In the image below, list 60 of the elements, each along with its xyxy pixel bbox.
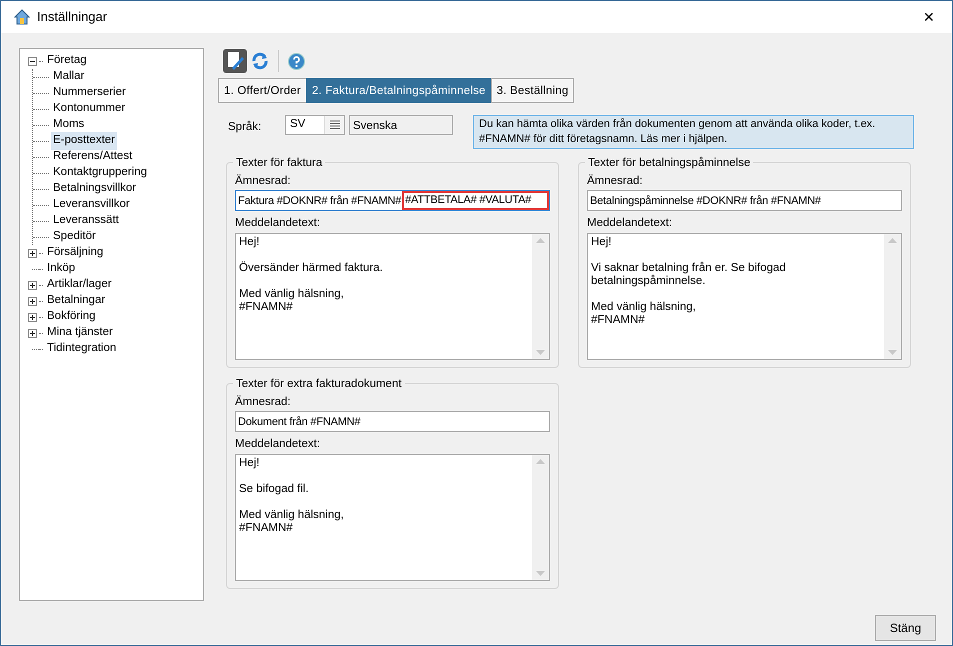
expand-icon[interactable] — [28, 248, 37, 258]
tab[interactable]: 1. Offert/Order — [218, 78, 307, 103]
tree-item[interactable]: Speditör — [51, 228, 98, 246]
tree-item[interactable]: Tidintegration — [45, 340, 118, 358]
tree-item[interactable]: Referens/Attest — [51, 148, 134, 166]
tree-item[interactable]: Artiklar/lager — [45, 276, 114, 294]
message-label: Meddelandetext: — [235, 437, 322, 452]
subject-field[interactable]: Dokument från #FNAMN# — [235, 411, 550, 432]
expand-icon[interactable] — [28, 280, 37, 290]
window-title: Inställningar — [37, 8, 108, 26]
message-label: Meddelandetext: — [235, 216, 322, 232]
highlighted-text: #ATTBETALA# #VALUTA# — [402, 191, 549, 210]
language-label: Språk: — [228, 120, 262, 135]
tree-item[interactable]: Nummerserier — [51, 84, 128, 102]
tree-item[interactable]: Kontaktgruppering — [51, 164, 149, 182]
house-icon — [13, 8, 31, 26]
message-text: Hej! Vi saknar betalning från er. Se bifogad betalningspåminnelse. Med vänlig hälsning, #FNAMN# — [590, 234, 787, 328]
tree-item[interactable]: Mina tjänster — [45, 324, 115, 342]
list-icon[interactable] — [324, 116, 344, 134]
tree-item[interactable]: Företag — [45, 52, 89, 70]
message-text: Hej! Översänder härmed faktura. Med vänlig hälsning, #FNAMN# — [238, 234, 384, 314]
close-button[interactable]: Stäng — [875, 615, 936, 641]
refresh-icon[interactable] — [251, 52, 269, 70]
tab[interactable]: 2. Faktura/Betalningspåminnelse — [306, 78, 492, 103]
language-code-field[interactable]: SV — [285, 115, 345, 135]
tree-item[interactable]: Moms — [51, 116, 86, 134]
expand-icon[interactable] — [28, 296, 37, 306]
help-icon[interactable] — [288, 52, 305, 70]
expand-icon[interactable] — [28, 328, 37, 338]
message-field[interactable]: Hej! Översänder härmed faktura. Med vänlig hälsning, #FNAMN# — [235, 232, 550, 360]
message-field[interactable]: Hej! Se bifogad fil. Med vänlig hälsning, #FNAMN# — [235, 454, 550, 580]
edit-document-icon[interactable] — [223, 49, 247, 73]
subject-field[interactable]: Betalningspåminnelse #DOKNR# från #FNAMN# — [587, 190, 902, 212]
tab[interactable]: 3. Beställning — [490, 78, 574, 103]
tree-item[interactable]: Leveransvillkor — [51, 196, 132, 214]
tree-item[interactable]: Försäljning — [45, 244, 106, 262]
subject-label: Ämnesrad: — [235, 394, 292, 410]
subject-text: Dokument från #FNAMN# — [238, 414, 360, 430]
tree-item[interactable]: Bokföring — [45, 308, 98, 326]
language-name-field: Svenska — [349, 115, 453, 135]
message-label: Meddelandetext: — [587, 216, 674, 232]
message-field[interactable]: Hej! Vi saknar betalning från er. Se bifogad betalningspåminnelse. Med vänlig hälsning, #FNAMN# — [587, 232, 902, 360]
tree-item[interactable]: Inköp — [45, 260, 78, 278]
message-text: Hej! Se bifogad fil. Med vänlig hälsning, #FNAMN# — [238, 456, 345, 536]
close-button[interactable]: ✕ — [906, 1, 952, 33]
subject-text: Faktura #DOKNR# från #FNAMN# — [238, 194, 402, 208]
tree-item[interactable]: Betalningar — [45, 292, 108, 310]
tree-item[interactable]: Betalningsvillkor — [51, 180, 138, 198]
language-code: SV — [289, 117, 306, 132]
info-message: Du kan hämta olika värden från dokumenten genom att använda olika koder, t.ex. #FNAMN# för ditt företagsnamn. Läs mer i hjälpen. — [473, 115, 914, 149]
collapse-icon[interactable] — [28, 56, 37, 66]
tree-item[interactable]: Kontonummer — [51, 100, 128, 118]
subject-label: Ämnesrad: — [587, 173, 644, 189]
tree-item[interactable]: E-posttexter — [51, 132, 117, 150]
expand-icon[interactable] — [28, 312, 37, 322]
subject-field[interactable]: Faktura #DOKNR# från #FNAMN# #ATTBETALA# #VALUTA# — [235, 190, 550, 212]
tree-item[interactable]: Leveranssätt — [51, 212, 121, 230]
subject-text: Betalningspåminnelse #DOKNR# från #FNAMN# — [590, 194, 821, 208]
subject-label: Ämnesrad: — [235, 173, 292, 189]
tree-item[interactable]: Mallar — [51, 68, 86, 86]
